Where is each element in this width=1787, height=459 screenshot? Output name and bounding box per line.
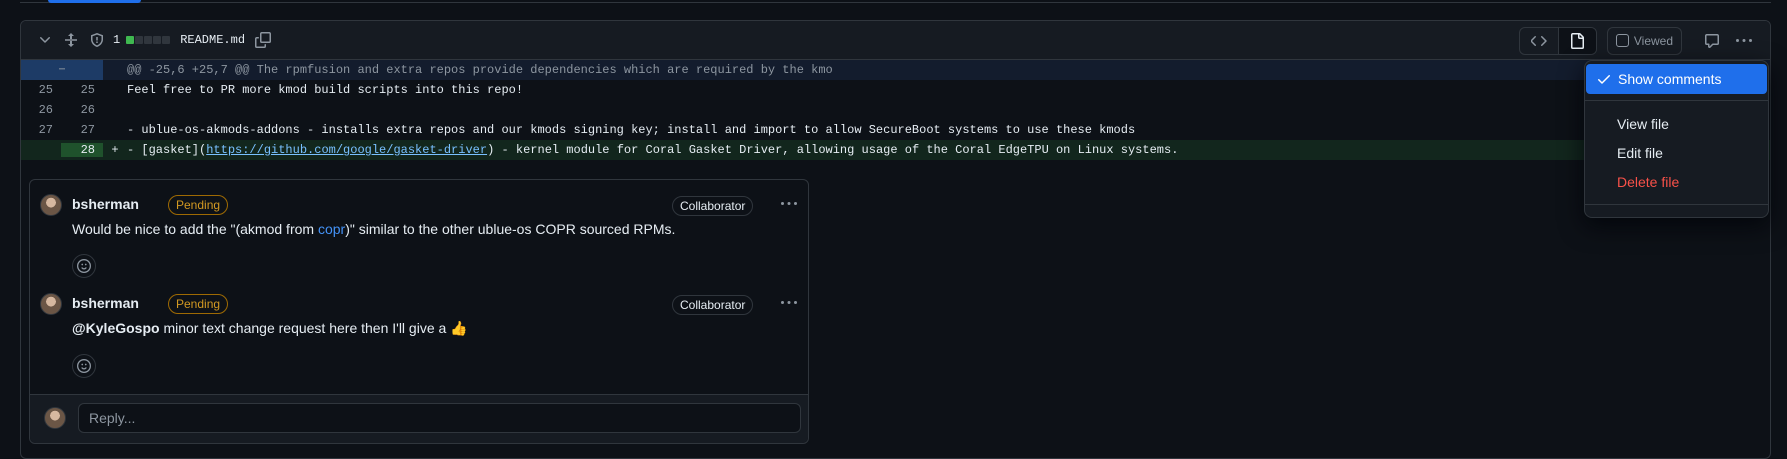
- active-tab-indicator: [48, 0, 141, 3]
- menu-item-label: Show comments: [1618, 71, 1722, 87]
- hunk-header-row: ⋯ @@ -25,6 +25,7 @@ The rpmfusion and ex…: [21, 60, 1770, 80]
- diff-line-added: 28 + - [gasket](https://github.com/googl…: [21, 140, 1770, 160]
- comment-body: @KyleGospo minor text change request her…: [72, 320, 468, 337]
- collaborator-badge: Collaborator: [672, 295, 754, 315]
- old-line-number[interactable]: 25: [21, 83, 61, 97]
- file-header: 1 README.md Viewed: [21, 21, 1770, 60]
- old-line-number[interactable]: 26: [21, 103, 61, 117]
- line-code: - [gasket](https://github.com/google/gas…: [127, 143, 1178, 157]
- smiley-icon[interactable]: [72, 254, 96, 278]
- diffstat-block: [162, 36, 171, 44]
- diffstat-block: [153, 36, 162, 44]
- copy-icon[interactable]: [255, 32, 272, 48]
- chevron-down-icon[interactable]: [37, 32, 53, 48]
- smiley-icon[interactable]: [72, 354, 96, 378]
- diffstat-block: [126, 36, 135, 44]
- kebab-horizontal-icon[interactable]: [781, 196, 797, 215]
- file-options-menu: Show comments View file Edit file Delete…: [1584, 60, 1769, 218]
- menu-item-edit-file[interactable]: Edit file: [1585, 138, 1768, 168]
- diff-file: 1 README.md Viewed ⋯ @@ -25,6 +25,7 @@ T…: [20, 20, 1771, 459]
- line-code-link[interactable]: https://github.com/google/gasket-driver: [206, 143, 487, 157]
- menu-item-label: Edit file: [1617, 145, 1663, 161]
- comment-author[interactable]: bsherman: [72, 196, 139, 212]
- line-code: Feel free to PR more kmod build scripts …: [127, 83, 524, 97]
- comment-author[interactable]: bsherman: [72, 295, 139, 311]
- tab-underline-bar: [20, 0, 1771, 3]
- user-mention[interactable]: @KyleGospo: [72, 320, 160, 336]
- file-view-icon[interactable]: [1557, 27, 1596, 54]
- comment-icon[interactable]: [1698, 27, 1726, 55]
- expand-up-icon[interactable]: ⋯: [21, 60, 103, 80]
- comment-text: )" similar to the other ublue-os COPR so…: [345, 221, 676, 237]
- review-thread: bsherman Pending Collaborator Would be n…: [29, 179, 809, 444]
- new-line-number[interactable]: 28: [61, 143, 103, 157]
- kebab-horizontal-icon[interactable]: [781, 295, 797, 314]
- diffstat-block: [144, 36, 153, 44]
- menu-divider: [1585, 100, 1768, 101]
- comment-link[interactable]: copr: [318, 221, 345, 237]
- line-code: - ublue-os-akmods-addons - installs extr…: [127, 123, 1136, 137]
- menu-divider: [1585, 204, 1768, 205]
- file-name[interactable]: README.md: [180, 33, 245, 47]
- viewed-checkbox[interactable]: Viewed: [1606, 26, 1682, 55]
- view-mode-toggle: [1518, 26, 1597, 55]
- menu-item-show-comments[interactable]: Show comments: [1586, 64, 1767, 94]
- changes-count: 1: [113, 33, 121, 47]
- avatar: [44, 407, 66, 429]
- diffstat: [126, 36, 171, 44]
- comment-text: Would be nice to add the "(akmod from: [72, 221, 318, 237]
- pending-badge: Pending: [168, 195, 229, 215]
- shield-icon: [89, 32, 105, 48]
- menu-item-view-file[interactable]: View file: [1585, 109, 1768, 139]
- line-code-suffix: ) - kernel module for Coral Gasket Drive…: [487, 143, 1179, 157]
- collaborator-badge: Collaborator: [672, 196, 754, 216]
- new-line-number[interactable]: 25: [61, 83, 103, 97]
- expand-all-icon[interactable]: [63, 32, 79, 48]
- menu-item-label: View file: [1617, 116, 1669, 132]
- checkbox-icon: [1615, 34, 1629, 47]
- pending-badge: Pending: [168, 294, 229, 314]
- menu-item-label: Delete file: [1617, 174, 1680, 190]
- comment-body: Would be nice to add the "(akmod from co…: [72, 221, 675, 237]
- diff-line: 26 26: [21, 100, 1770, 120]
- check-icon: [1596, 71, 1612, 90]
- avatar[interactable]: [40, 293, 62, 315]
- reply-input[interactable]: Reply...: [78, 403, 801, 433]
- diffstat-block: [135, 36, 144, 44]
- diff-line: 27 27 - ublue-os-akmods-addons - install…: [21, 120, 1770, 140]
- reply-bar: Reply...: [30, 394, 808, 443]
- code-view-icon[interactable]: [1520, 28, 1558, 54]
- hunk-header-text: @@ -25,6 +25,7 @@ The rpmfusion and extr…: [127, 63, 833, 77]
- avatar[interactable]: [40, 194, 62, 216]
- menu-item-delete-file[interactable]: Delete file: [1585, 167, 1768, 197]
- diff-line: 25 25 Feel free to PR more kmod build sc…: [21, 80, 1770, 100]
- diff-table: ⋯ @@ -25,6 +25,7 @@ The rpmfusion and ex…: [21, 60, 1770, 160]
- diff-sign: +: [111, 143, 119, 157]
- comment-text: minor text change request here then I'll…: [159, 320, 468, 336]
- viewed-label: Viewed: [1633, 33, 1673, 48]
- new-line-number[interactable]: 26: [61, 103, 103, 117]
- line-code-prefix: - [gasket](: [127, 143, 207, 157]
- new-line-number[interactable]: 27: [61, 123, 103, 137]
- kebab-horizontal-icon[interactable]: [1730, 27, 1758, 55]
- old-line-number[interactable]: 27: [21, 123, 61, 137]
